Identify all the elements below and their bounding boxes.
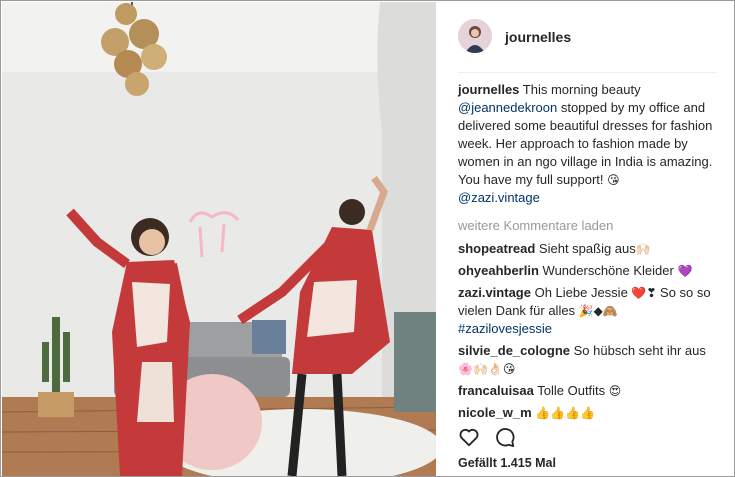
comment-text: Sieht spaßig aus: [535, 241, 636, 256]
comment-text: Tolle Outfits: [533, 383, 609, 398]
comment-button[interactable]: [494, 426, 516, 448]
comment-emoji: 💜: [677, 264, 693, 278]
comment-username[interactable]: zazi.vintage: [458, 285, 531, 300]
comment-item: shopeatread Sieht spaßig aus🙌🏻: [458, 240, 720, 258]
comment-text: So hübsch seht ihr aus: [570, 343, 706, 358]
comment-username[interactable]: nicole_w_m: [458, 405, 532, 420]
profile-avatar[interactable]: [458, 19, 492, 53]
like-button[interactable]: [458, 426, 480, 448]
comment-username[interactable]: ohyeahberlin: [458, 263, 539, 278]
post-header: journelles: [437, 2, 734, 72]
comment-emoji: 👍👍👍👍: [535, 406, 596, 420]
instagram-post: journelles journelles This morning beaut…: [0, 0, 735, 477]
post-photo[interactable]: [2, 2, 436, 476]
header-divider: [458, 72, 717, 73]
comment-item: silvie_de_cologne So hübsch seht ihr aus…: [458, 342, 720, 378]
caption-text-1: This morning beauty: [519, 82, 641, 97]
comment-username[interactable]: francaluisaa: [458, 383, 534, 398]
caption-username[interactable]: journelles: [458, 82, 519, 97]
post-sidebar: journelles journelles This morning beaut…: [437, 2, 734, 476]
comment-emoji: 😍: [608, 384, 622, 398]
post-caption: journelles This morning beauty @jeannede…: [458, 81, 720, 207]
load-more-comments-link[interactable]: weitere Kommentare laden: [458, 217, 720, 235]
comment-item: zazi.vintage Oh Liebe Jessie ❤️❣ So so s…: [458, 284, 720, 338]
comments-section: journelles This morning beauty @jeannede…: [458, 81, 720, 426]
comment-username[interactable]: silvie_de_cologne: [458, 343, 570, 358]
comment-text: Oh Liebe Jessie: [530, 285, 632, 300]
comment-text: Wunderschöne Kleider: [538, 263, 678, 278]
comment-emoji: 🌸🙌🏻👌🏻😘: [458, 362, 516, 376]
post-actions: [458, 426, 558, 450]
comment-item: nicole_w_m 👍👍👍👍: [458, 404, 720, 422]
comment-icon: [496, 428, 515, 448]
comment-item: ohyeahberlin Wunderschöne Kleider 💜: [458, 262, 720, 280]
comment-emoji: ❤️❣: [631, 286, 657, 300]
caption-mention-2[interactable]: @zazi.vintage: [458, 190, 540, 205]
comment-emoji-2: 🎉◆🙈: [578, 304, 618, 318]
comment-emoji: 🙌🏻: [635, 242, 651, 256]
comment-hashtag[interactable]: #zazilovesjessie: [458, 321, 552, 336]
comment-username[interactable]: shopeatread: [458, 241, 535, 256]
comment-item: francaluisaa Tolle Outfits 😍: [458, 382, 720, 400]
caption-mention-1[interactable]: @jeannedekroon: [458, 100, 557, 115]
likes-count[interactable]: Gefällt 1.415 Mal: [458, 456, 556, 470]
avatar-icon: [458, 19, 492, 53]
heart-icon: [459, 428, 479, 447]
caption-emoji: 😘: [607, 173, 620, 187]
post-username[interactable]: journelles: [505, 29, 571, 45]
post-image: [2, 2, 436, 476]
